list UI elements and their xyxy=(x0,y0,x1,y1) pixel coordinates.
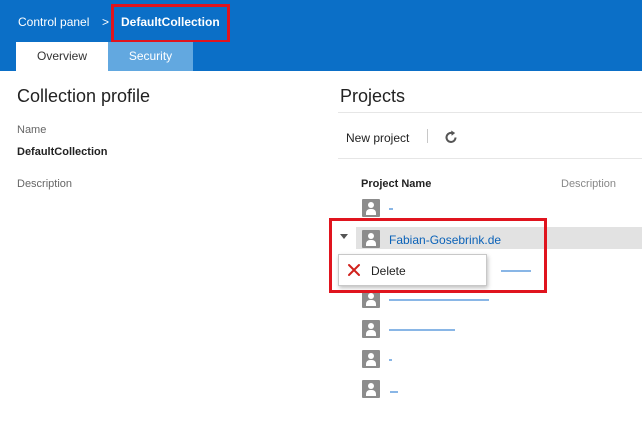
column-project-name[interactable]: Project Name xyxy=(361,178,431,190)
projects-title: Projects xyxy=(340,86,406,106)
toolbar-separator xyxy=(427,129,428,143)
new-project-button[interactable]: New project xyxy=(346,131,409,145)
tab-overview[interactable]: Overview xyxy=(16,42,108,71)
name-label: Name xyxy=(17,124,47,136)
redacted-name xyxy=(389,208,393,210)
redacted-name xyxy=(389,329,455,331)
annotation-highlight-collection xyxy=(111,4,230,43)
projects-divider xyxy=(338,112,642,113)
collection-name-value: DefaultCollection xyxy=(17,146,108,158)
annotation-highlight-project xyxy=(329,218,547,293)
header-bar: Control panel > DefaultCollection xyxy=(0,0,642,42)
breadcrumb-separator: > xyxy=(102,15,110,29)
redacted-name xyxy=(390,391,398,393)
project-icon xyxy=(362,380,380,398)
project-icon xyxy=(362,350,380,368)
project-icon xyxy=(362,199,380,217)
collection-profile-title: Collection profile xyxy=(17,86,151,106)
tab-security[interactable]: Security xyxy=(108,42,193,71)
project-row[interactable] xyxy=(356,317,642,339)
project-row[interactable] xyxy=(356,196,642,218)
project-row[interactable] xyxy=(356,377,642,399)
tab-bar: Overview Security xyxy=(0,42,642,71)
redacted-name xyxy=(389,359,392,361)
redacted-name xyxy=(389,299,489,301)
breadcrumb-control-panel[interactable]: Control panel xyxy=(18,15,89,29)
description-label: Description xyxy=(17,178,73,190)
refresh-icon[interactable] xyxy=(443,129,459,145)
toolbar-divider xyxy=(338,158,642,159)
column-description[interactable]: Description xyxy=(561,178,616,190)
project-icon xyxy=(362,320,380,338)
project-row[interactable] xyxy=(356,347,642,369)
